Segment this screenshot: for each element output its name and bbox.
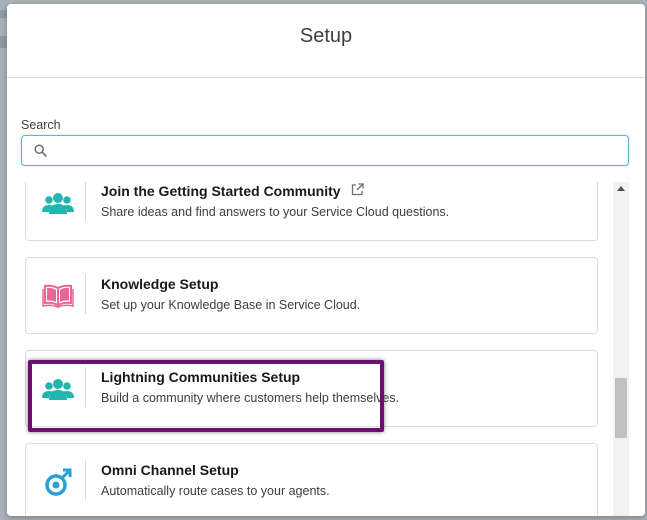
community-people-icon [40, 185, 76, 221]
card-title: Join the Getting Started Community [101, 183, 364, 199]
scroll-thumb[interactable] [615, 378, 627, 438]
list-item-getting-started-community[interactable]: Join the Getting Started Community Share… [25, 182, 598, 241]
omni-channel-icon [40, 464, 76, 500]
modal-title: Setup [299, 25, 353, 47]
search-input[interactable] [55, 136, 628, 165]
card-divider [85, 182, 86, 221]
card-description: Set up your Knowledge Base in Service Cl… [101, 298, 361, 312]
search-icon [34, 144, 47, 157]
external-link-icon[interactable] [351, 183, 364, 199]
card-description: Build a community where customers help t… [101, 391, 400, 405]
card-divider [85, 367, 86, 407]
list-scrollbar[interactable] [613, 182, 629, 516]
search-box[interactable] [21, 135, 629, 166]
card-divider [85, 274, 86, 314]
modal-body: Search Join the Getting Started Communit… [7, 78, 645, 516]
setup-items-list: Join the Getting Started Community Share… [7, 182, 613, 516]
open-book-icon [40, 278, 76, 314]
card-title: Lightning Communities Setup [101, 369, 300, 385]
setup-modal: Setup Search Join the Getting Started Co… [7, 4, 645, 516]
list-item-omni-channel-setup[interactable]: Omni Channel Setup Automatically route c… [25, 443, 598, 516]
card-description: Automatically route cases to your agents… [101, 484, 330, 498]
card-divider [85, 460, 86, 500]
card-title: Omni Channel Setup [101, 462, 239, 478]
card-title-text: Join the Getting Started Community [101, 183, 341, 199]
card-title: Knowledge Setup [101, 276, 218, 292]
card-title-text: Lightning Communities Setup [101, 369, 301, 385]
scroll-up-arrow-icon[interactable] [617, 186, 625, 191]
card-title-text: Omni Channel Setup [101, 462, 239, 478]
card-description: Share ideas and find answers to your Ser… [101, 205, 450, 219]
list-item-knowledge-setup[interactable]: Knowledge Setup Set up your Knowledge Ba… [25, 257, 598, 334]
card-title-text: Knowledge Setup [101, 276, 219, 292]
community-people-icon [40, 371, 76, 407]
search-label: Search [21, 118, 61, 132]
list-item-lightning-communities-setup[interactable]: Lightning Communities Setup Build a comm… [25, 350, 598, 427]
modal-header: Setup [7, 4, 645, 78]
